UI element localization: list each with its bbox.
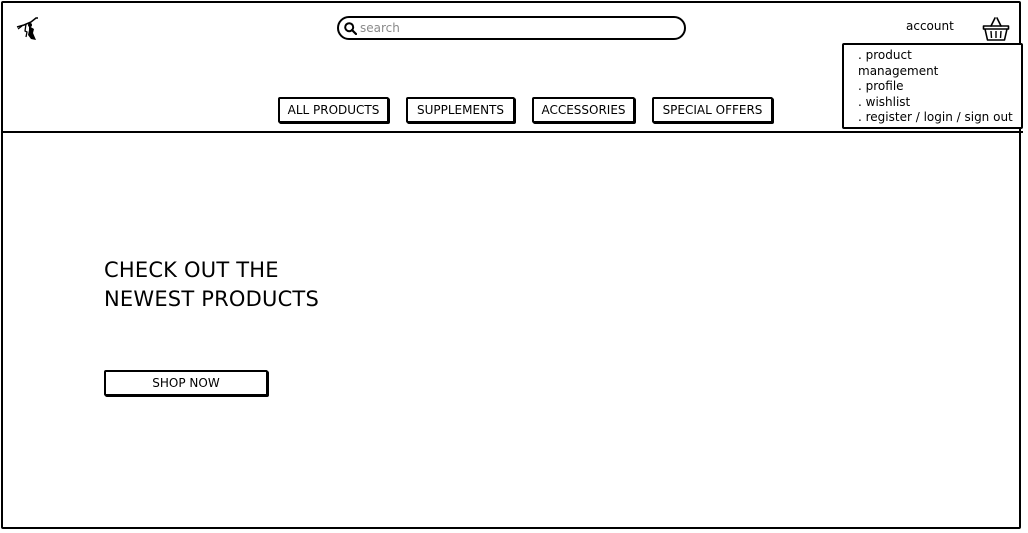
nav-all-products-button[interactable]: ALL PRODUCTS: [278, 97, 389, 123]
search-icon: [344, 21, 357, 35]
account-dropdown-menu: . product management . profile . wishlis…: [842, 43, 1023, 129]
search-input[interactable]: [360, 21, 660, 35]
account-menu-item-wishlist[interactable]: . wishlist: [858, 95, 1021, 111]
search-bar[interactable]: [337, 16, 686, 40]
account-menu-item-profile[interactable]: . profile: [858, 79, 1021, 95]
header-divider: [1, 131, 1023, 133]
account-menu-item-register-login-signout[interactable]: . register / login / sign out: [858, 110, 1021, 126]
wizard-logo-icon[interactable]: [14, 15, 44, 43]
hero-heading-line1: CHECK OUT THE: [104, 258, 279, 282]
shop-now-button[interactable]: SHOP NOW: [104, 370, 268, 396]
nav-accessories-button[interactable]: ACCESSORIES: [532, 97, 635, 123]
account-menu-item-management[interactable]: management: [858, 64, 1021, 80]
nav-special-offers-button[interactable]: SPECIAL OFFERS: [652, 97, 773, 123]
hero-heading-line2: NEWEST PRODUCTS: [104, 287, 319, 311]
account-menu-item-product[interactable]: . product: [858, 48, 1021, 64]
nav-supplements-button[interactable]: SUPPLEMENTS: [406, 97, 515, 123]
hero-heading: CHECK OUT THE NEWEST PRODUCTS: [104, 256, 319, 314]
basket-icon[interactable]: [982, 16, 1010, 42]
account-link[interactable]: account: [906, 19, 954, 33]
